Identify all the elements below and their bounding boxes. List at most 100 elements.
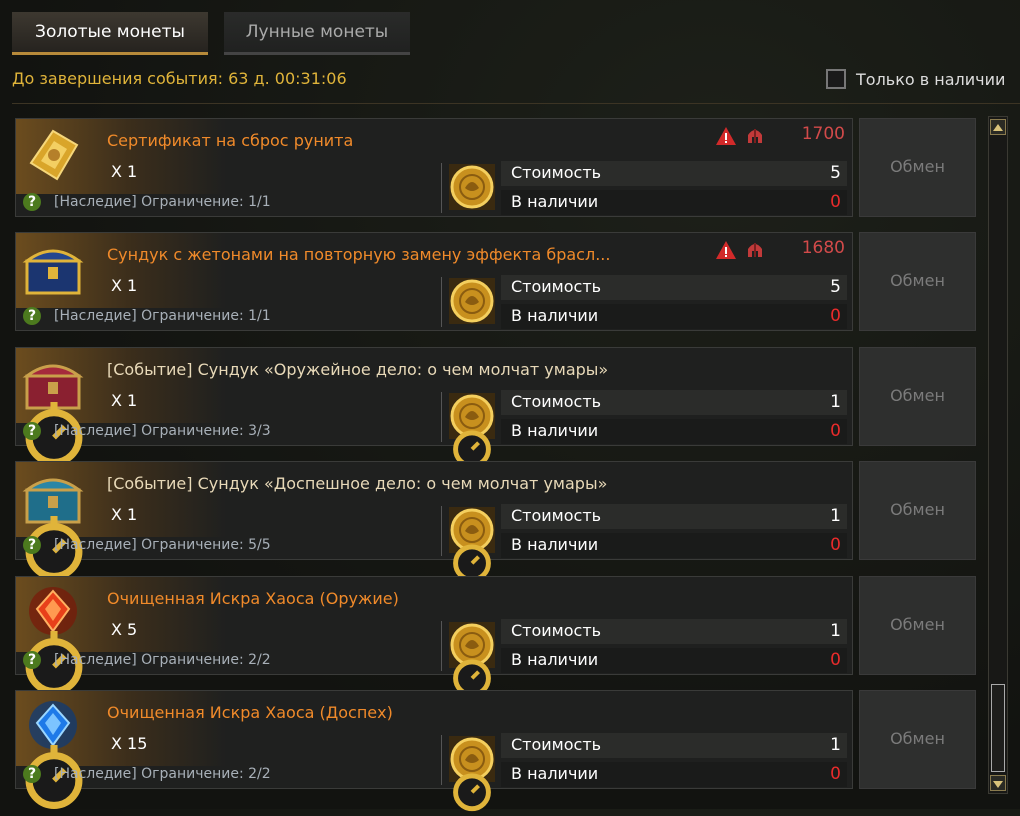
stopwatch-icon — [22, 631, 83, 695]
gold-coin-icon — [449, 393, 495, 469]
item-quantity: X 1 — [111, 276, 138, 295]
gold-coin-icon — [449, 622, 495, 698]
question-icon[interactable]: ? — [23, 307, 41, 325]
stock-value: 0 — [830, 306, 841, 326]
cost-row: Стоимость 1 — [501, 619, 847, 644]
gold-coin-icon — [449, 164, 495, 210]
question-icon[interactable]: ? — [23, 536, 41, 554]
stock-value: 0 — [830, 421, 841, 441]
stock-value: 0 — [830, 650, 841, 670]
cost-row: Стоимость 5 — [501, 275, 847, 300]
shop-item: Сертификат на сброс рунита X 1 ? [Наслед… — [15, 118, 853, 217]
shop-item: Очищенная Искра Хаоса (Доспех) X 15 ? [Н… — [15, 690, 853, 812]
tab-gold-coins[interactable]: Золотые монеты — [12, 12, 208, 55]
gold-coin-icon — [449, 278, 495, 324]
stopwatch-icon — [449, 537, 491, 583]
in-stock-filter[interactable]: Только в наличии — [826, 67, 1005, 91]
cost-label: Стоимость — [511, 163, 602, 182]
stock-label: В наличии — [511, 192, 599, 211]
item-limit: [Наследие] Ограничение: 5/5 — [54, 537, 271, 553]
stopwatch-icon — [22, 402, 83, 466]
shop-item: Сундук с жетонами на повторную замену эф… — [15, 232, 853, 331]
header-divider — [12, 103, 1020, 104]
currency-tabs: Золотые монеты Лунные монеты — [12, 12, 410, 55]
cost-value: 1 — [830, 392, 841, 412]
item-title: [Событие] Сундук «Оружейное дело: о чем … — [107, 360, 609, 379]
stopwatch-icon — [449, 652, 491, 698]
cost-row: Стоимость 1 — [501, 733, 847, 758]
item-quantity: X 1 — [111, 505, 138, 524]
exchange-button[interactable]: Обмен — [859, 118, 976, 217]
item-quantity: X 1 — [111, 162, 138, 181]
cost-value: 1 — [830, 735, 841, 755]
item-title: Сертификат на сброс рунита — [107, 131, 354, 150]
cost-value: 5 — [830, 277, 841, 297]
cost-row: Стоимость 5 — [501, 161, 847, 186]
golden-certificate-icon — [21, 123, 85, 187]
warning-triangle-icon — [715, 239, 737, 261]
in-stock-checkbox[interactable] — [826, 69, 846, 89]
stopwatch-icon — [449, 423, 491, 469]
cost-value: 5 — [830, 163, 841, 183]
warning-triangle-icon — [715, 125, 737, 147]
item-limit: [Наследие] Ограничение: 1/1 — [54, 194, 271, 210]
helmet-icon — [744, 239, 766, 261]
exchange-button[interactable]: Обмен — [859, 347, 976, 446]
item-title: Очищенная Искра Хаоса (Оружие) — [107, 589, 399, 608]
item-price: 1680 — [801, 238, 845, 258]
cost-value: 1 — [830, 506, 841, 526]
stock-row: В наличии 0 — [501, 762, 847, 787]
stock-label: В наличии — [511, 535, 599, 554]
scroll-down-arrow-icon[interactable] — [990, 775, 1006, 791]
red-spark-icon — [21, 581, 85, 695]
event-timer: До завершения события: 63 д. 00:31:06 — [12, 69, 347, 88]
question-icon[interactable]: ? — [23, 651, 41, 669]
shop-item: Очищенная Искра Хаоса (Оружие) X 5 ? [На… — [15, 576, 853, 698]
item-quantity: X 1 — [111, 391, 138, 410]
question-icon[interactable]: ? — [23, 765, 41, 783]
cost-label: Стоимость — [511, 277, 602, 296]
item-title: Очищенная Искра Хаоса (Доспех) — [107, 703, 393, 722]
helmet-icon — [744, 125, 766, 147]
stock-row: В наличии 0 — [501, 304, 847, 329]
cost-row: Стоимость 1 — [501, 390, 847, 415]
question-icon[interactable]: ? — [23, 422, 41, 440]
gold-coin-icon — [449, 736, 495, 812]
stock-row: В наличии 0 — [501, 648, 847, 673]
cost-value: 1 — [830, 621, 841, 641]
item-quantity: X 5 — [111, 620, 138, 639]
cost-label: Стоимость — [511, 392, 602, 411]
item-title: [Событие] Сундук «Доспешное дело: о чем … — [107, 474, 608, 493]
item-limit: [Наследие] Ограничение: 2/2 — [54, 652, 271, 668]
blue-chest-icon — [21, 466, 85, 580]
exchange-button[interactable]: Обмен — [859, 461, 976, 560]
stock-value: 0 — [830, 192, 841, 212]
tab-moon-coins[interactable]: Лунные монеты — [224, 12, 410, 55]
exchange-button[interactable]: Обмен — [859, 576, 976, 675]
in-stock-label: Только в наличии — [856, 69, 1006, 89]
exchange-button[interactable]: Обмен — [859, 232, 976, 331]
stock-row: В наличии 0 — [501, 533, 847, 558]
golden-chest-icon — [21, 237, 85, 301]
stopwatch-icon — [22, 745, 83, 809]
item-limit: [Наследие] Ограничение: 1/1 — [54, 308, 271, 324]
question-icon[interactable]: ? — [23, 193, 41, 211]
stock-label: В наличии — [511, 650, 599, 669]
exchange-button[interactable]: Обмен — [859, 690, 976, 789]
item-limit: [Наследие] Ограничение: 3/3 — [54, 423, 271, 439]
cost-label: Стоимость — [511, 735, 602, 754]
stock-label: В наличии — [511, 306, 599, 325]
scrollbar-thumb[interactable] — [991, 684, 1005, 772]
stopwatch-icon — [22, 516, 83, 580]
stock-value: 0 — [830, 764, 841, 784]
scroll-up-arrow-icon[interactable] — [990, 119, 1006, 135]
shop-item: [Событие] Сундук «Доспешное дело: о чем … — [15, 461, 853, 583]
stock-label: В наличии — [511, 764, 599, 783]
cost-row: Стоимость 1 — [501, 504, 847, 529]
stopwatch-icon — [449, 766, 491, 812]
scrollbar[interactable] — [988, 116, 1008, 794]
item-limit: [Наследие] Ограничение: 2/2 — [54, 766, 271, 782]
stock-row: В наличии 0 — [501, 419, 847, 444]
stock-row: В наличии 0 — [501, 190, 847, 215]
item-price: 1700 — [801, 124, 845, 144]
